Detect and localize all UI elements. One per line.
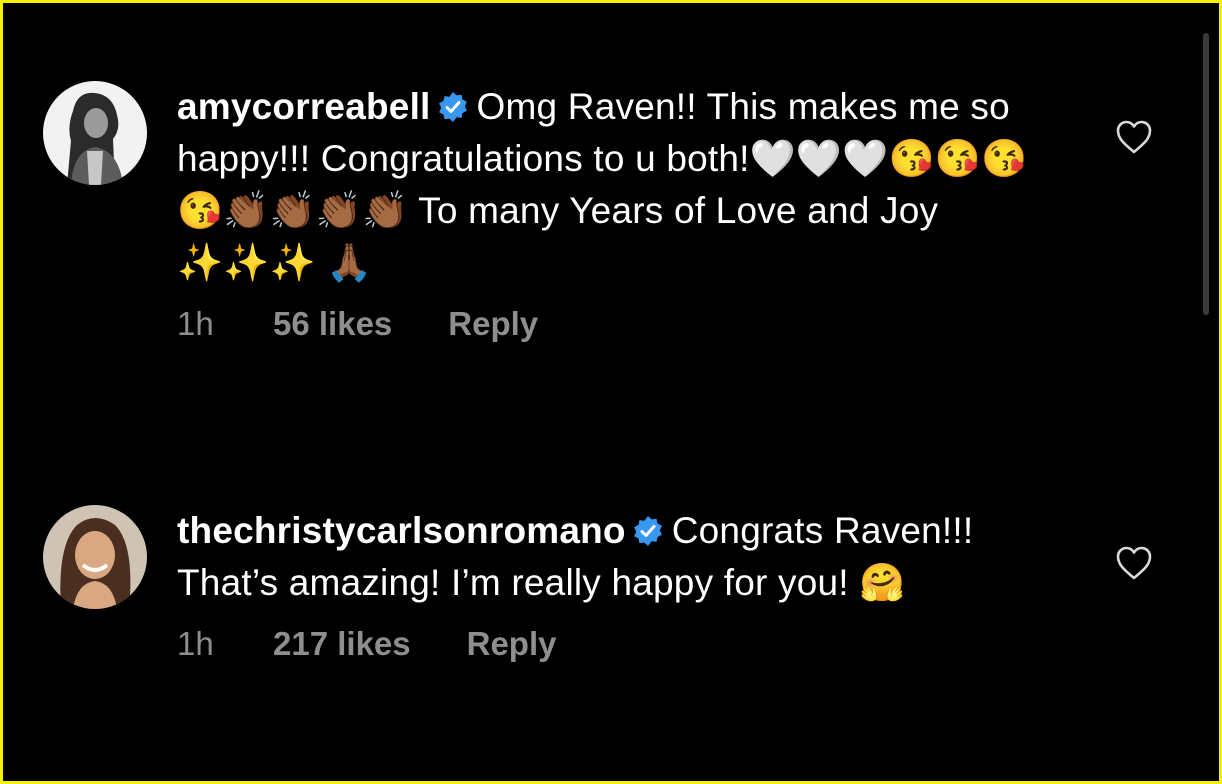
heart-outline-icon[interactable] bbox=[1115, 545, 1153, 581]
scrollbar[interactable] bbox=[1203, 33, 1209, 315]
comment-meta: 1h 217 likes Reply bbox=[177, 625, 1047, 663]
username[interactable]: amycorreabell bbox=[177, 86, 431, 127]
heart-outline-icon[interactable] bbox=[1115, 119, 1153, 155]
reply-button[interactable]: Reply bbox=[467, 625, 557, 663]
verified-badge-icon bbox=[633, 516, 662, 546]
likes-count[interactable]: 56 likes bbox=[273, 305, 392, 343]
reply-button[interactable]: Reply bbox=[448, 305, 538, 343]
timestamp: 1h bbox=[177, 625, 214, 662]
verified-badge-icon bbox=[438, 92, 467, 122]
comment-text: amycorreabell Omg Raven!! This makes me s… bbox=[177, 81, 1047, 289]
timestamp: 1h bbox=[177, 305, 214, 342]
likes-count[interactable]: 217 likes bbox=[273, 625, 411, 663]
comment-text: thechristycarlsonromano Congrats Raven!!!… bbox=[177, 505, 1047, 609]
comments-panel: amycorreabell Omg Raven!! This makes me s… bbox=[0, 0, 1222, 784]
comment-meta: 1h 56 likes Reply bbox=[177, 305, 1047, 343]
avatar[interactable] bbox=[43, 81, 147, 185]
avatar[interactable] bbox=[43, 505, 147, 609]
username[interactable]: thechristycarlsonromano bbox=[177, 510, 626, 551]
